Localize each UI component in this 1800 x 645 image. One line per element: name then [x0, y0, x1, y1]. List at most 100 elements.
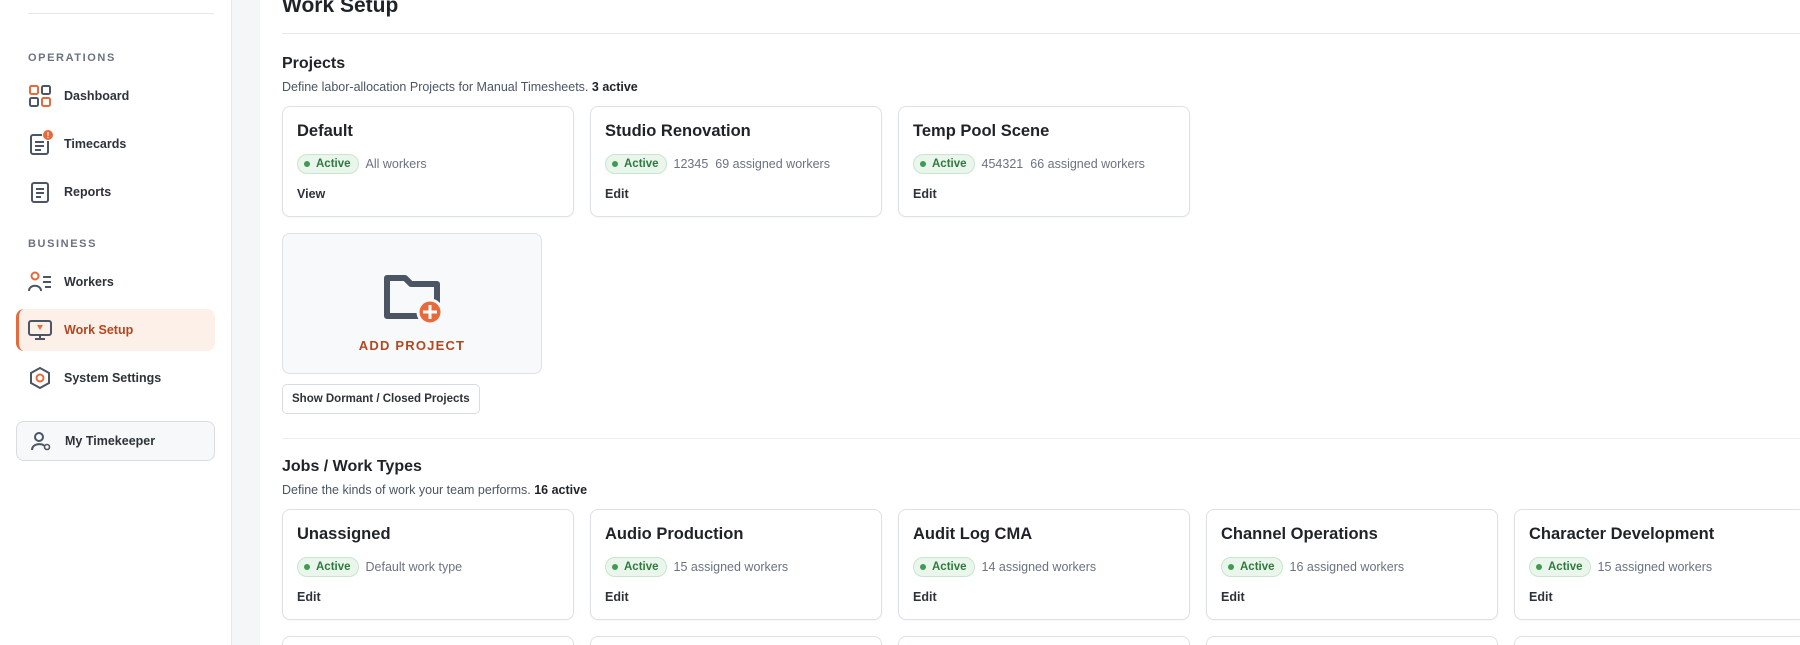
status-badge: Active: [1529, 557, 1591, 577]
job-card-meta: Active 15 assigned workers: [1529, 557, 1712, 577]
sidebar-section-operations: OPERATIONS: [28, 52, 116, 64]
job-card-title: Character Development: [1529, 525, 1715, 543]
projects-description-text: Define labor-allocation Projects for Man…: [282, 80, 589, 94]
job-card-meta: Active Default work type: [297, 557, 462, 577]
project-card-detail: 69 assigned workers: [715, 157, 830, 171]
projects-section-description: Define labor-allocation Projects for Man…: [282, 80, 638, 94]
status-badge: Active: [605, 154, 667, 174]
status-badge-label: Active: [316, 561, 351, 573]
timecards-alert-badge: !: [42, 129, 54, 141]
sidebar-item-workers[interactable]: Workers: [16, 261, 215, 303]
job-card-meta: Active 14 assigned workers: [913, 557, 1096, 577]
status-dot-icon: [1536, 564, 1542, 570]
sidebar-item-label: Workers: [64, 275, 114, 289]
sidebar: OPERATIONS Dashboard ! Timecards Reports…: [0, 0, 232, 645]
job-card-title: Channel Operations: [1221, 525, 1378, 543]
jobs-active-count: 16 active: [534, 483, 588, 497]
project-card-detail: All workers: [365, 157, 427, 171]
status-dot-icon: [612, 161, 618, 167]
add-project-button[interactable]: ADD PROJECT: [282, 233, 542, 374]
sidebar-divider: [28, 13, 214, 14]
status-dot-icon: [304, 161, 310, 167]
job-card-detail: 15 assigned workers: [1597, 560, 1713, 574]
sidebar-item-label: Timecards: [64, 137, 127, 151]
project-card-title: Studio Renovation: [605, 122, 751, 140]
settings-hex-icon: [28, 366, 52, 390]
job-card-partial[interactable]: [590, 636, 882, 645]
job-card-meta: Active 15 assigned workers: [605, 557, 788, 577]
project-card-title: Default: [297, 122, 353, 140]
edit-job-button[interactable]: Edit: [605, 590, 629, 604]
job-card-audit-log-cma[interactable]: Audit Log CMA Active 14 assigned workers…: [898, 509, 1190, 620]
folder-add-icon: [383, 272, 445, 329]
job-card-audio-production[interactable]: Audio Production Active 15 assigned work…: [590, 509, 882, 620]
edit-job-button[interactable]: Edit: [913, 590, 937, 604]
sidebar-section-business: BUSINESS: [28, 238, 98, 250]
job-card-detail: 14 assigned workers: [981, 560, 1097, 574]
status-badge-label: Active: [1548, 561, 1583, 573]
job-card-partial[interactable]: [1206, 636, 1498, 645]
job-card-channel-operations[interactable]: Channel Operations Active 16 assigned wo…: [1206, 509, 1498, 620]
jobs-description-text: Define the kinds of work your team perfo…: [282, 483, 531, 497]
timecard-icon: !: [28, 129, 54, 156]
edit-job-button[interactable]: Edit: [1221, 590, 1245, 604]
section-divider: [282, 438, 1800, 439]
status-badge: Active: [913, 154, 975, 174]
dashboard-grid-icon: [28, 84, 52, 108]
status-badge-label: Active: [316, 158, 351, 170]
job-card-detail: 15 assigned workers: [673, 560, 789, 574]
my-timekeeper-button[interactable]: My Timekeeper: [16, 421, 215, 461]
sidebar-item-work-setup[interactable]: Work Setup: [16, 309, 215, 351]
status-dot-icon: [304, 564, 310, 570]
projects-section-title: Projects: [282, 55, 346, 72]
report-icon: [28, 180, 52, 204]
edit-project-button[interactable]: Edit: [913, 187, 937, 201]
my-timekeeper-label: My Timekeeper: [65, 434, 156, 448]
project-card-studio-renovation[interactable]: Studio Renovation Active 12345 69 assign…: [590, 106, 882, 217]
project-card-default[interactable]: Default Active All workers View: [282, 106, 574, 217]
job-card-unassigned[interactable]: Unassigned Active Default work type Edit: [282, 509, 574, 620]
jobs-section-title: Jobs / Work Types: [282, 458, 422, 475]
status-dot-icon: [920, 564, 926, 570]
status-badge-label: Active: [932, 158, 967, 170]
status-badge: Active: [297, 154, 359, 174]
sidebar-item-label: Dashboard: [64, 89, 130, 103]
project-card-meta: Active 454321 66 assigned workers: [913, 154, 1145, 174]
project-card-temp-pool-scene[interactable]: Temp Pool Scene Active 454321 66 assigne…: [898, 106, 1190, 217]
job-card-character-development[interactable]: Character Development Active 15 assigned…: [1514, 509, 1800, 620]
job-card-partial[interactable]: [282, 636, 574, 645]
sidebar-item-label: Reports: [64, 185, 112, 199]
add-project-label: ADD PROJECT: [358, 338, 466, 353]
sidebar-item-timecards[interactable]: ! Timecards: [16, 123, 215, 165]
view-project-button[interactable]: View: [297, 187, 325, 201]
sidebar-item-reports[interactable]: Reports: [16, 171, 215, 213]
project-card-code: 12345: [673, 157, 709, 171]
edit-project-button[interactable]: Edit: [605, 187, 629, 201]
job-card-partial[interactable]: [1514, 636, 1800, 645]
edit-job-button[interactable]: Edit: [297, 590, 321, 604]
status-badge-label: Active: [624, 561, 659, 573]
status-badge: Active: [297, 557, 359, 577]
person-clock-icon: [29, 429, 53, 453]
sidebar-item-dashboard[interactable]: Dashboard: [16, 75, 215, 117]
project-card-meta: Active All workers: [297, 154, 427, 174]
status-dot-icon: [612, 564, 618, 570]
job-card-partial[interactable]: [898, 636, 1190, 645]
project-card-meta: Active 12345 69 assigned workers: [605, 154, 830, 174]
status-dot-icon: [920, 161, 926, 167]
status-badge-label: Active: [932, 561, 967, 573]
job-card-detail: 16 assigned workers: [1289, 560, 1405, 574]
project-card-detail: 66 assigned workers: [1030, 157, 1145, 171]
content-panel: Work Setup Projects Define labor-allocat…: [260, 0, 1800, 645]
project-card-code: 454321: [981, 157, 1024, 171]
status-badge-label: Active: [624, 158, 659, 170]
show-dormant-projects-button[interactable]: Show Dormant / Closed Projects: [282, 384, 480, 414]
sidebar-item-system-settings[interactable]: System Settings: [16, 357, 215, 399]
status-badge: Active: [913, 557, 975, 577]
job-card-title: Audit Log CMA: [913, 525, 1033, 543]
job-card-meta: Active 16 assigned workers: [1221, 557, 1404, 577]
title-divider: [282, 33, 1800, 34]
edit-job-button[interactable]: Edit: [1529, 590, 1553, 604]
job-card-detail: Default work type: [365, 560, 463, 574]
project-card-title: Temp Pool Scene: [913, 122, 1050, 140]
